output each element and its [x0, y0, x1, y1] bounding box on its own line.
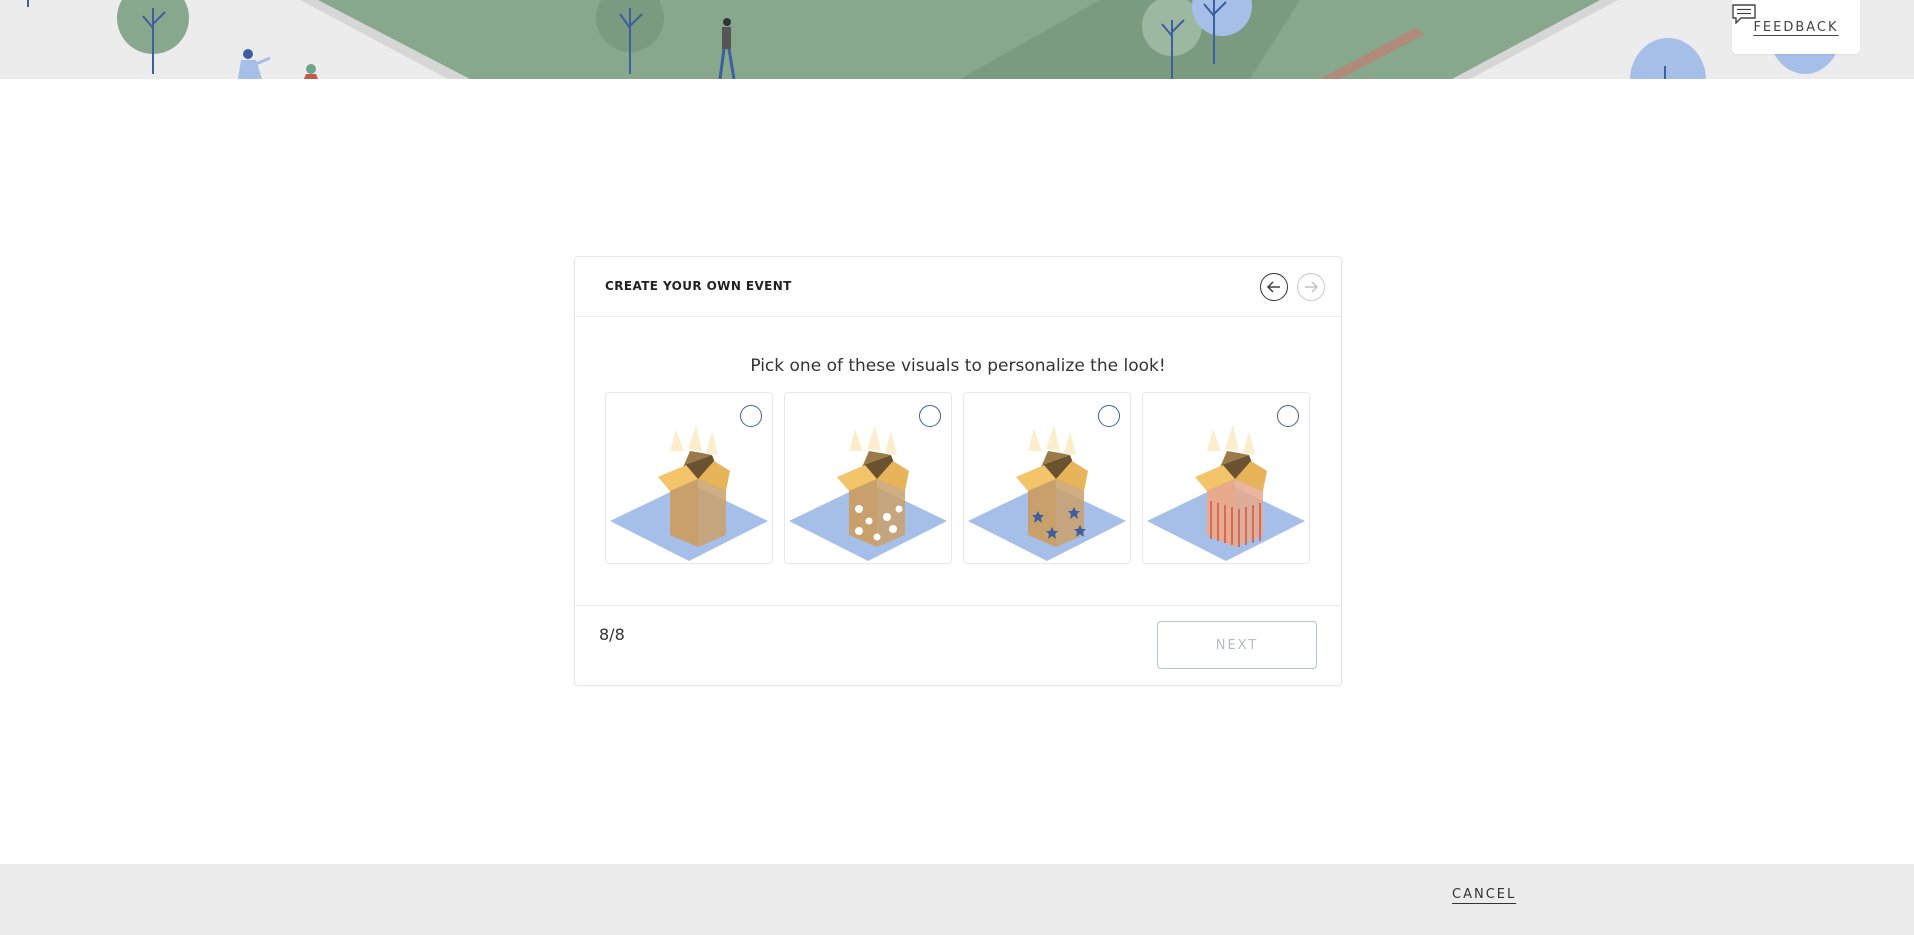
step-prompt: Pick one of these visuals to personalize…	[750, 356, 1166, 376]
step-counter: 8/8	[599, 625, 625, 644]
gift-box-illustration	[1147, 425, 1305, 561]
card-footer: 8/8 NEXT	[575, 606, 1341, 684]
visual-option-plain[interactable]	[605, 392, 773, 564]
next-step-arrow-button[interactable]	[1297, 273, 1325, 301]
card-header: CREATE YOUR OWN EVENT	[575, 257, 1341, 317]
next-button[interactable]: NEXT	[1157, 621, 1317, 669]
gift-box-illustration	[968, 425, 1126, 561]
park-illustration	[27, 0, 1841, 79]
comment-icon	[1732, 4, 1756, 24]
footer-bar: CANCEL	[0, 864, 1914, 935]
gift-box-illustration	[610, 425, 768, 561]
visual-option-dots[interactable]	[784, 392, 952, 564]
visual-option-stars[interactable]	[963, 392, 1131, 564]
cancel-link[interactable]: CANCEL	[1452, 887, 1516, 902]
arrow-left-icon	[1267, 281, 1280, 293]
arrow-right-icon	[1305, 281, 1318, 293]
header-banner: FEEDBACK	[0, 0, 1914, 79]
feedback-button[interactable]: FEEDBACK	[1732, 0, 1860, 54]
feedback-label: FEEDBACK	[1753, 19, 1839, 35]
gift-box-illustration	[789, 425, 947, 561]
card-body: Pick one of these visuals to personalize…	[575, 317, 1341, 606]
visual-option-stripes[interactable]	[1142, 392, 1310, 564]
wizard-card: CREATE YOUR OWN EVENT Pick one of these …	[574, 256, 1342, 686]
wizard-title: CREATE YOUR OWN EVENT	[605, 279, 792, 293]
previous-step-button[interactable]	[1260, 273, 1288, 301]
